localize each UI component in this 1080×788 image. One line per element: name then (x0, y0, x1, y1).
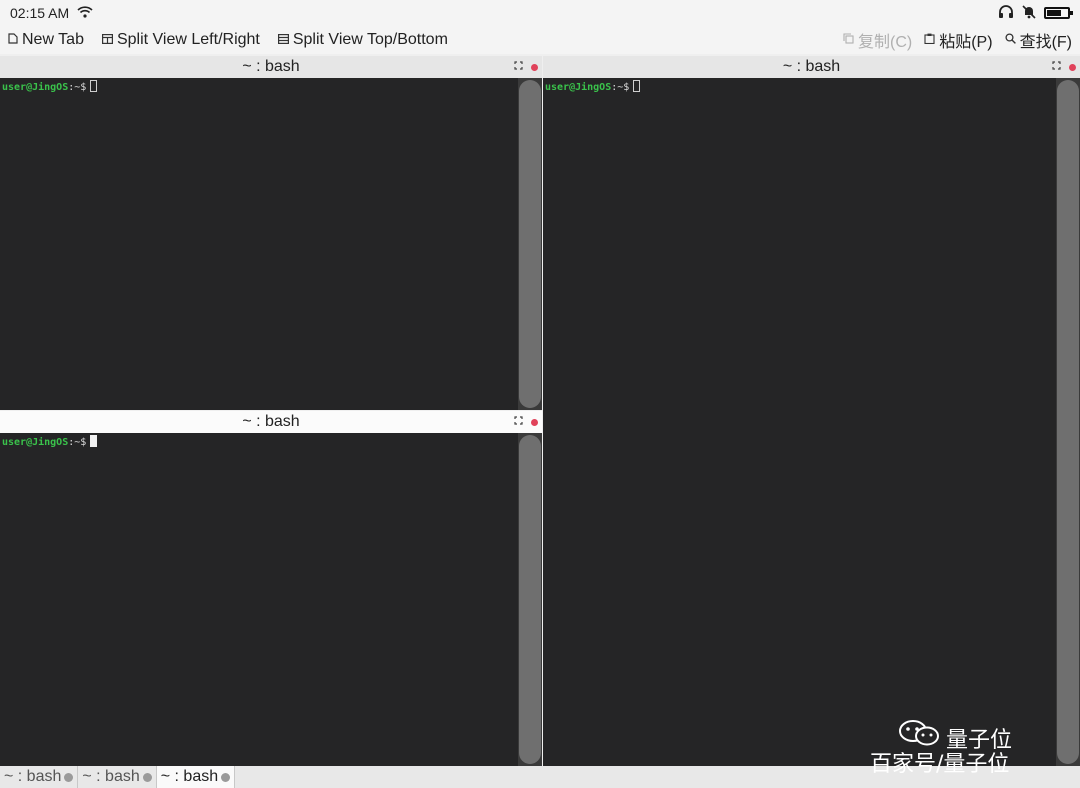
terminal-output[interactable]: user@JingOS:~$ (2, 80, 98, 93)
prompt-path: :~$ (68, 437, 87, 448)
pane-title-bar: ~ : bash (0, 56, 542, 78)
split-vertical-icon (277, 33, 289, 47)
close-tab-icon[interactable] (64, 772, 74, 782)
maximize-pane-icon[interactable] (514, 61, 523, 73)
prompt-user: user@JingOS (2, 82, 69, 93)
prompt-path: :~$ (611, 82, 630, 93)
close-pane-icon[interactable] (1069, 63, 1076, 71)
pane-title: ~ : bash (782, 58, 841, 75)
status-bar: 02:15 AM (0, 0, 1080, 26)
search-icon (1005, 33, 1016, 47)
terminal-pane-right[interactable]: ~ : bash user@JingOS:~$ (543, 56, 1080, 766)
paste-button[interactable]: 粘贴(P) (924, 28, 993, 52)
copy-label: 复制(C) (858, 34, 913, 51)
text-cursor (633, 80, 641, 92)
scrollbar-thumb[interactable] (519, 435, 541, 764)
prompt-path: :~$ (68, 82, 87, 93)
tab-label: ~ : bash (160, 768, 219, 785)
split-left-right-label: Split View Left/Right (116, 31, 260, 48)
new-tab-label: New Tab (22, 31, 84, 48)
copy-button[interactable]: 复制(C) (843, 28, 912, 52)
prompt-user: user@JingOS (545, 82, 612, 93)
headphones-icon (998, 4, 1014, 22)
new-tab-button[interactable]: New Tab (8, 31, 84, 49)
paste-label: 粘贴(P) (939, 34, 993, 51)
find-label: 查找(F) (1019, 34, 1072, 51)
paste-icon (924, 33, 935, 47)
pane-title-bar: ~ : bash (0, 411, 542, 433)
tab-label: ~ : bash (4, 768, 62, 785)
terminal-pane-top-left[interactable]: ~ : bash user@JingOS:~$ (0, 56, 542, 410)
split-top-bottom-button[interactable]: Split View Top/Bottom (277, 31, 448, 49)
tab-bash-1[interactable]: ~ : bash (0, 766, 79, 788)
scrollbar[interactable] (518, 78, 542, 410)
copy-icon (843, 33, 854, 47)
close-tab-icon[interactable] (142, 772, 152, 782)
scrollbar[interactable] (1056, 78, 1080, 766)
pane-title: ~ : bash (242, 58, 300, 75)
close-pane-icon[interactable] (531, 418, 538, 426)
terminal-pane-bottom-left[interactable]: ~ : bash user@JingOS:~$ (0, 411, 542, 766)
text-cursor (90, 435, 98, 447)
scrollbar-thumb[interactable] (1057, 80, 1079, 764)
split-top-bottom-label: Split View Top/Bottom (292, 31, 448, 48)
maximize-pane-icon[interactable] (514, 416, 523, 428)
watermark-subtitle: 百家号/量子位 (870, 752, 1010, 777)
tab-bash-3[interactable]: ~ : bash (156, 766, 236, 788)
new-tab-icon (8, 33, 18, 47)
prompt-user: user@JingOS (2, 437, 69, 448)
tab-bash-2[interactable]: ~ : bash (78, 766, 157, 788)
terminal-output[interactable]: user@JingOS:~$ (2, 435, 98, 448)
scrollbar[interactable] (518, 433, 542, 766)
close-pane-icon[interactable] (531, 63, 538, 71)
terminal-output[interactable]: user@JingOS:~$ (545, 80, 641, 93)
tab-label: ~ : bash (82, 768, 140, 785)
find-button[interactable]: 查找(F) (1005, 28, 1072, 52)
maximize-pane-icon[interactable] (1052, 61, 1061, 73)
wifi-icon (77, 5, 93, 21)
battery-icon (1044, 7, 1073, 19)
text-cursor (90, 80, 98, 92)
battery-level (1047, 10, 1061, 16)
close-tab-icon[interactable] (221, 772, 231, 782)
toolbar: New Tab Split View Left/Right Split View… (0, 26, 1080, 54)
scrollbar-thumb[interactable] (519, 80, 541, 408)
split-left-right-button[interactable]: Split View Left/Right (101, 31, 260, 49)
notifications-off-icon (1022, 4, 1036, 22)
watermark: 量子位 百家号/量子位 (870, 720, 1060, 777)
pane-title-bar: ~ : bash (543, 56, 1080, 78)
wechat-logo-icon (899, 720, 939, 746)
pane-title: ~ : bash (242, 413, 300, 430)
split-horizontal-icon (101, 33, 113, 47)
clock: 02:15 AM (10, 5, 70, 21)
